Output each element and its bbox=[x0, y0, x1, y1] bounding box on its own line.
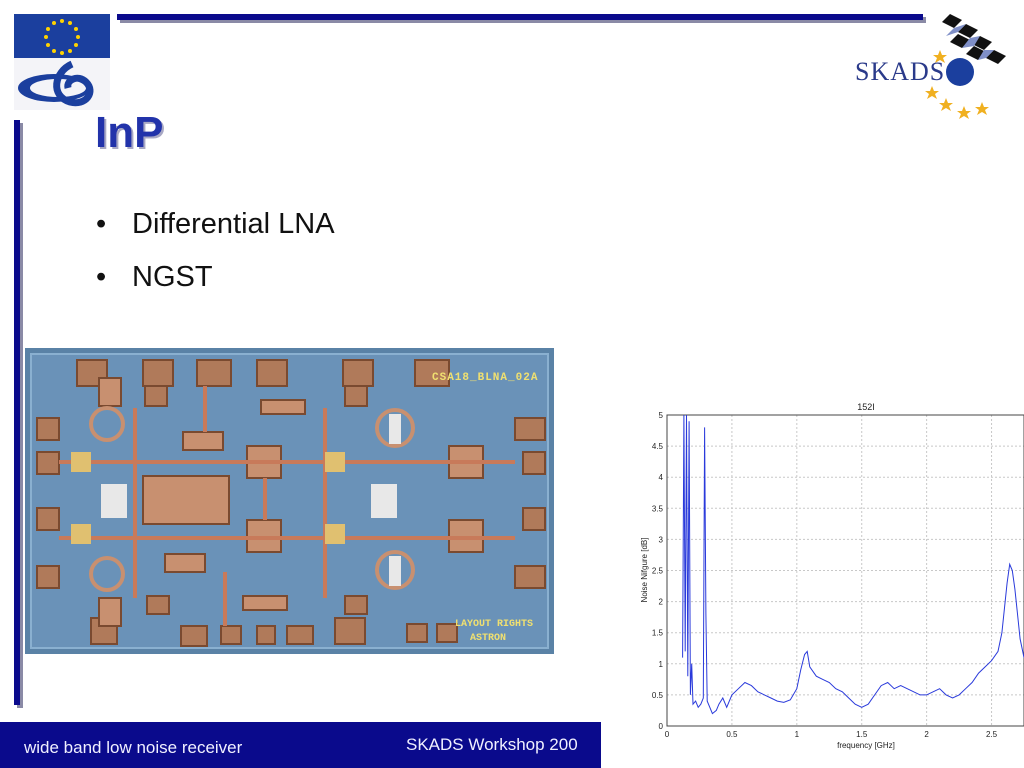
y-tick-label: 3.5 bbox=[652, 504, 664, 513]
chip-owner-note: ASTRON bbox=[470, 633, 507, 644]
x-tick-label: 0.5 bbox=[726, 730, 738, 739]
y-tick-label: 0 bbox=[659, 722, 664, 731]
bullet-dot-icon: • bbox=[96, 208, 107, 240]
bullet-text: NGST bbox=[132, 261, 213, 293]
noise-figure-series-line bbox=[682, 414, 1024, 715]
bullet-text: Differential LNA bbox=[132, 208, 335, 240]
bullet-item: • Differential LNA bbox=[96, 208, 335, 241]
chip-photo bbox=[25, 348, 554, 654]
eu-fp6-logo bbox=[14, 14, 110, 110]
chip-id-label: CSA18_BLNA_02A bbox=[432, 372, 539, 384]
chart-title: 152I bbox=[857, 402, 875, 412]
left-divider-bar bbox=[14, 120, 20, 705]
footer-right-text: SKADS Workshop 200 bbox=[406, 735, 578, 754]
y-tick-label: 4.5 bbox=[652, 442, 664, 451]
y-tick-label: 2.5 bbox=[652, 567, 664, 576]
y-tick-label: 1.5 bbox=[652, 629, 664, 638]
footer-left-text: wide band low noise receiver bbox=[24, 738, 243, 757]
y-tick-label: 0.5 bbox=[652, 691, 664, 700]
x-tick-label: 1.5 bbox=[856, 730, 868, 739]
x-axis-label: frequency [GHz] bbox=[837, 741, 895, 750]
y-axis-ticks: 0 0.5 1 1.5 2 2.5 3 3.5 4 4.5 5 bbox=[652, 411, 664, 731]
y-tick-label: 2 bbox=[659, 598, 664, 607]
chart-grid bbox=[666, 414, 1024, 727]
skads-logo-text: SKADS bbox=[855, 57, 946, 86]
bullet-dot-icon: • bbox=[96, 261, 107, 293]
x-tick-label: 2.5 bbox=[986, 730, 998, 739]
slide-title: InP bbox=[95, 108, 164, 157]
x-tick-label: 0 bbox=[665, 730, 670, 739]
y-tick-label: 3 bbox=[659, 535, 664, 544]
noise-figure-chart: 152I 00.511.522.533.544.55 0 0.5 1 1.5 2 2.5 … bbox=[640, 402, 1024, 750]
chip-rights-note: LAYOUT RIGHTS bbox=[455, 619, 534, 630]
y-tick-label: 5 bbox=[659, 411, 664, 420]
x-tick-label: 2 bbox=[924, 730, 929, 739]
y-tick-label: 1 bbox=[659, 660, 664, 669]
y-axis-label: Noise Nifgure [dB] bbox=[640, 538, 649, 603]
x-tick-label: 1 bbox=[795, 730, 800, 739]
x-axis-ticks: 0 0.5 1 1.5 2 2.5 bbox=[665, 730, 998, 739]
y-tick-label: 4 bbox=[659, 473, 664, 482]
top-divider-bar bbox=[117, 14, 923, 20]
bullet-item: • NGST bbox=[96, 261, 213, 294]
